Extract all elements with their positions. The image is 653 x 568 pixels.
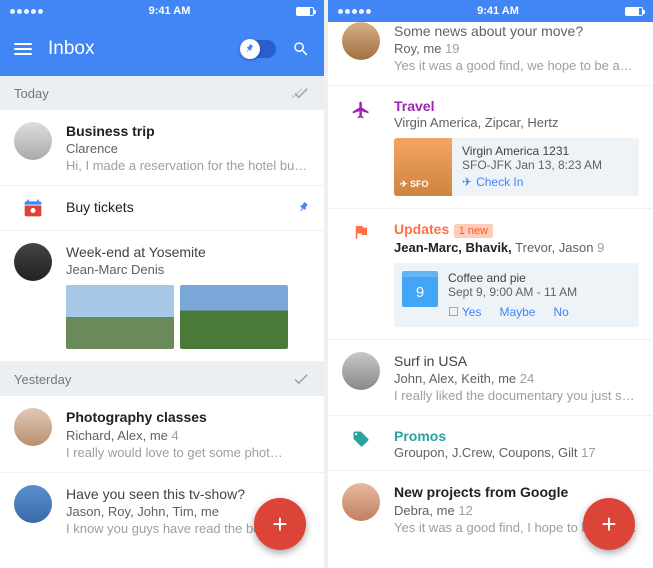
flight-card-route: SFO-JFK Jan 13, 8:23 AM: [462, 158, 629, 172]
battery-icon: [625, 7, 643, 16]
bundle-title: Travel: [394, 98, 639, 114]
avatar[interactable]: [14, 243, 52, 281]
email-subject: Week-end at Yosemite: [66, 243, 310, 261]
status-time: 9:41 AM: [477, 5, 519, 17]
rsvp-row: ☐ Yes Maybe No: [448, 305, 631, 319]
bundle-title: Promos: [394, 428, 639, 444]
pin-icon: [245, 44, 255, 54]
avatar[interactable]: [342, 22, 380, 60]
new-badge: 1 new: [454, 224, 493, 238]
bundle-people: Virgin America, Zipcar, Hertz: [394, 115, 639, 130]
email-snippet: Yes it was a good find, we hope to be ab…: [394, 58, 639, 73]
email-people: John, Alex, Keith, me 24: [394, 371, 639, 386]
flight-card-image: ✈ SFO: [394, 138, 452, 196]
bundle-people: Groupon, J.Crew, Coupons, Gilt 17: [394, 445, 639, 460]
email-people: Richard, Alex, me 4: [66, 428, 310, 443]
image-thumb[interactable]: [180, 285, 288, 349]
event-title: Coffee and pie: [448, 271, 631, 285]
bundle-title-row: Updates 1 new: [394, 221, 639, 239]
email-people: Roy, me 19: [394, 41, 639, 56]
travel-bundle[interactable]: Travel Virgin America, Zipcar, Hertz ✈ S…: [328, 86, 653, 209]
email-subject: Surf in USA: [394, 352, 639, 370]
status-time: 9:41 AM: [149, 5, 191, 17]
sweep-icon[interactable]: [292, 84, 310, 102]
email-subject: Business trip: [66, 122, 310, 140]
email-row[interactable]: Some news about your move? Roy, me 19 Ye…: [328, 22, 653, 86]
flight-card[interactable]: ✈ SFO Virgin America 1231 SFO-JFK Jan 13…: [394, 138, 639, 196]
compose-fab[interactable]: +: [583, 498, 635, 550]
email-subject: Photography classes: [66, 408, 310, 426]
message-feed: Some news about your move? Roy, me 19 Ye…: [328, 22, 653, 568]
email-row[interactable]: Surf in USA John, Alex, Keith, me 24 I r…: [328, 340, 653, 416]
email-snippet: Hi, I made a reservation for the hotel b…: [66, 158, 310, 173]
flight-checkin-link[interactable]: ✈Check In: [462, 175, 629, 189]
email-subject: Some news about your move?: [394, 22, 639, 40]
section-yesterday: Yesterday: [0, 362, 324, 396]
reminder-icon: [14, 198, 52, 218]
avatar[interactable]: [342, 483, 380, 521]
message-feed: Today Business trip Clarence Hi, I made …: [0, 76, 324, 568]
image-thumb[interactable]: [66, 285, 174, 349]
tag-icon: [342, 428, 380, 448]
promos-bundle[interactable]: Promos Groupon, J.Crew, Coupons, Gilt 17: [328, 416, 653, 471]
search-icon[interactable]: [292, 40, 310, 58]
avatar[interactable]: [14, 122, 52, 160]
rsvp-yes[interactable]: ☐ Yes: [448, 305, 481, 319]
status-bar: 9:41 AM: [328, 0, 653, 22]
bundle-people: Jean-Marc, Bhavik, Trevor, Jason 9: [394, 240, 639, 255]
email-people: Clarence: [66, 141, 310, 156]
rsvp-maybe[interactable]: Maybe: [499, 305, 535, 319]
phone-right: 9:41 AM Some news about your move? Roy, …: [328, 0, 653, 568]
email-row[interactable]: Business trip Clarence Hi, I made a rese…: [0, 110, 324, 186]
avatar[interactable]: [14, 408, 52, 446]
email-snippet: I really would love to get some phot…: [66, 445, 310, 460]
app-bar: Inbox: [0, 22, 324, 76]
rsvp-no[interactable]: No: [553, 305, 568, 319]
travel-icon: [342, 98, 380, 120]
signal-dots-icon: [10, 9, 43, 14]
pin-toggle[interactable]: [242, 40, 276, 58]
avatar[interactable]: [342, 352, 380, 390]
updates-bundle[interactable]: Updates 1 new Jean-Marc, Bhavik, Trevor,…: [328, 209, 653, 340]
email-snippet: I really liked the documentary you just …: [394, 388, 639, 403]
battery-icon: [296, 7, 314, 16]
status-bar: 9:41 AM: [0, 0, 324, 22]
pin-icon[interactable]: [298, 202, 310, 214]
menu-icon[interactable]: [14, 43, 32, 55]
calendar-tile: 9: [402, 271, 438, 307]
flight-card-title: Virgin America 1231: [462, 144, 629, 158]
sweep-icon[interactable]: [292, 370, 310, 388]
email-row[interactable]: Photography classes Richard, Alex, me 4 …: [0, 396, 324, 472]
compose-fab[interactable]: +: [254, 498, 306, 550]
avatar[interactable]: [14, 485, 52, 523]
page-title: Inbox: [48, 38, 226, 60]
signal-dots-icon: [338, 9, 371, 14]
email-people: Jean-Marc Denis: [66, 262, 310, 277]
phone-left: 9:41 AM Inbox Today Business trip Claren…: [0, 0, 324, 568]
event-card[interactable]: 9 Coffee and pie Sept 9, 9:00 AM - 11 AM…: [394, 263, 639, 327]
attachment-thumbs: [66, 285, 310, 349]
section-today: Today: [0, 76, 324, 110]
flag-icon: [342, 221, 380, 241]
reminder-text: Buy tickets: [66, 198, 284, 216]
event-when: Sept 9, 9:00 AM - 11 AM: [448, 285, 631, 299]
email-row[interactable]: Week-end at Yosemite Jean-Marc Denis: [0, 231, 324, 362]
reminder-row[interactable]: Buy tickets: [0, 186, 324, 231]
